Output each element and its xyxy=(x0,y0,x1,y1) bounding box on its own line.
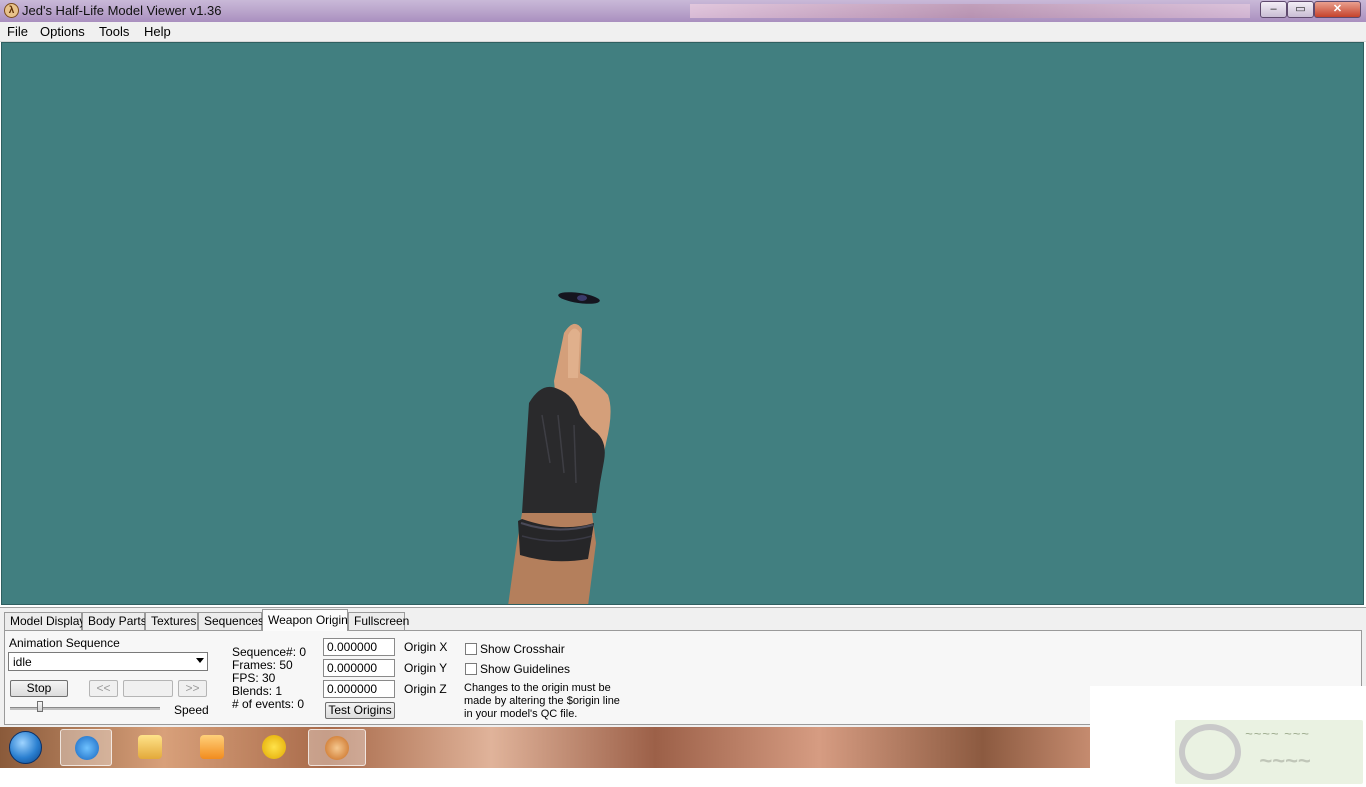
yahoo-messenger-icon xyxy=(262,735,286,759)
show-guidelines-label: Show Guidelines xyxy=(480,662,571,676)
maximize-button[interactable]: ▭ xyxy=(1287,1,1314,18)
show-crosshair-checkbox[interactable] xyxy=(465,643,477,655)
origin-note-line2: made by altering the $origin line xyxy=(464,695,620,707)
gloved-hand-model xyxy=(508,323,611,604)
speed-slider-thumb[interactable] xyxy=(37,701,43,712)
origin-x-label: Origin X xyxy=(404,640,448,654)
sequence-number: Sequence#: 0 xyxy=(232,645,307,659)
origin-note-line3: in your model's QC file. xyxy=(464,708,578,720)
origin-y-input[interactable]: 0.000000 xyxy=(323,659,395,677)
tab-body-parts[interactable]: Body Parts xyxy=(82,612,147,630)
taskbar xyxy=(0,727,1092,768)
model-viewport[interactable] xyxy=(1,42,1364,605)
origin-note-line1: Changes to the origin must be xyxy=(464,682,611,694)
frame-number-field[interactable] xyxy=(123,680,173,697)
title-bar: λ Jed's Half-Life Model Viewer v1.36 – ▭… xyxy=(0,0,1366,22)
taskbar-half-life-model-viewer[interactable] xyxy=(308,729,366,766)
taskbar-file-explorer[interactable] xyxy=(124,729,176,766)
windows-start-icon xyxy=(9,731,42,764)
watermark-logo-ring xyxy=(1179,724,1241,780)
menu-help[interactable]: Help xyxy=(144,24,171,39)
menu-file[interactable]: File xyxy=(7,24,28,39)
animation-sequence-value: idle xyxy=(13,655,32,669)
internet-explorer-icon xyxy=(75,736,99,760)
tab-sequences[interactable]: Sequences xyxy=(198,612,264,630)
next-frame-button[interactable]: >> xyxy=(178,680,207,697)
speed-slider-track[interactable] xyxy=(10,707,160,710)
half-life-app-icon: λ xyxy=(4,3,19,18)
taskbar-internet-explorer[interactable] xyxy=(60,729,112,766)
minimize-button[interactable]: – xyxy=(1260,1,1287,18)
origin-x-input[interactable]: 0.000000 xyxy=(323,638,395,656)
tab-textures[interactable]: Textures xyxy=(145,612,198,630)
origin-z-label: Origin Z xyxy=(404,682,447,696)
tab-fullscreen[interactable]: Fullscreen xyxy=(348,612,409,630)
media-player-icon xyxy=(200,735,224,759)
weapon-model-object xyxy=(558,292,600,304)
stop-button[interactable]: Stop xyxy=(10,680,68,697)
test-origins-button[interactable]: Test Origins xyxy=(325,702,395,719)
animation-sequence-label: Animation Sequence xyxy=(9,636,120,650)
menu-tools[interactable]: Tools xyxy=(99,24,129,39)
chevron-down-icon xyxy=(196,658,204,663)
watermark-logo-text: ~~~~ ~~~ xyxy=(1245,726,1310,741)
speed-label: Speed xyxy=(174,703,209,717)
show-crosshair-label: Show Crosshair xyxy=(480,642,565,656)
start-button[interactable] xyxy=(6,729,46,766)
weapon-model-render xyxy=(508,292,611,604)
origin-y-label: Origin Y xyxy=(404,661,448,675)
close-button[interactable]: ✕ xyxy=(1314,1,1361,18)
events-count: # of events: 0 xyxy=(232,697,305,711)
animation-sequence-select[interactable]: idle xyxy=(8,652,208,671)
taskbar-yahoo-messenger[interactable] xyxy=(248,729,300,766)
title-bar-background-text xyxy=(690,4,1250,18)
origin-z-input[interactable]: 0.000000 xyxy=(323,680,395,698)
show-guidelines-checkbox[interactable] xyxy=(465,663,477,675)
half-life-model-viewer-icon xyxy=(325,736,349,760)
tab-weapon-origin[interactable]: Weapon Origin xyxy=(262,609,348,631)
window-title: Jed's Half-Life Model Viewer v1.36 xyxy=(22,3,222,18)
tab-model-display[interactable]: Model Display xyxy=(4,612,85,630)
fps-value: FPS: 30 xyxy=(232,671,276,685)
watermark-logo: ~~~~ ~~~ ~~~~ xyxy=(1175,720,1363,784)
menu-options[interactable]: Options xyxy=(40,24,85,39)
taskbar-media-player[interactable] xyxy=(186,729,238,766)
file-explorer-icon xyxy=(138,735,162,759)
blends-value: Blends: 1 xyxy=(232,684,283,698)
previous-frame-button[interactable]: << xyxy=(89,680,118,697)
menu-bar: File Options Tools Help xyxy=(0,22,1366,42)
watermark-logo-text-large: ~~~~ xyxy=(1259,748,1311,773)
frames-count: Frames: 50 xyxy=(232,658,293,672)
